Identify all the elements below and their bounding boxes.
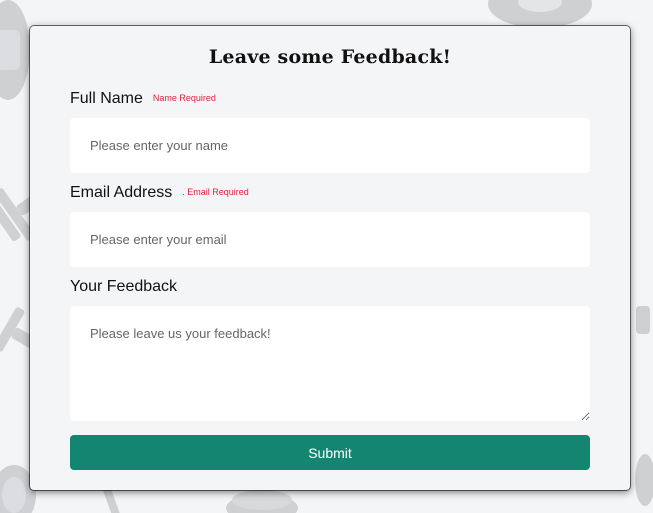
feedback-form-card: Leave some Feedback! Full Name Name Requi… <box>30 26 630 490</box>
submit-button[interactable]: Submit <box>70 435 590 470</box>
email-label-text: Email Address <box>70 184 173 201</box>
feedback-label-text: Your Feedback <box>70 278 178 295</box>
dumbbell-icon <box>226 490 298 513</box>
dumbbell-icon <box>635 454 653 506</box>
email-input[interactable] <box>70 212 590 267</box>
feedback-label: Your Feedback <box>70 278 177 296</box>
dumbbell-icon <box>0 0 30 100</box>
email-label: Email Address . Email Required <box>70 184 249 202</box>
dumbbell-icon <box>488 0 592 28</box>
form-title: Leave some Feedback! <box>208 46 452 68</box>
feedback-textarea[interactable] <box>70 306 590 421</box>
name-required-note: Name Required <box>152 93 216 103</box>
dumbbell-icon <box>636 306 650 334</box>
full-name-label: Full Name Name Required <box>70 90 216 108</box>
full-name-label-text: Full Name <box>70 90 143 107</box>
full-name-input[interactable] <box>70 118 590 173</box>
email-required-note: . Email Required <box>182 187 249 197</box>
